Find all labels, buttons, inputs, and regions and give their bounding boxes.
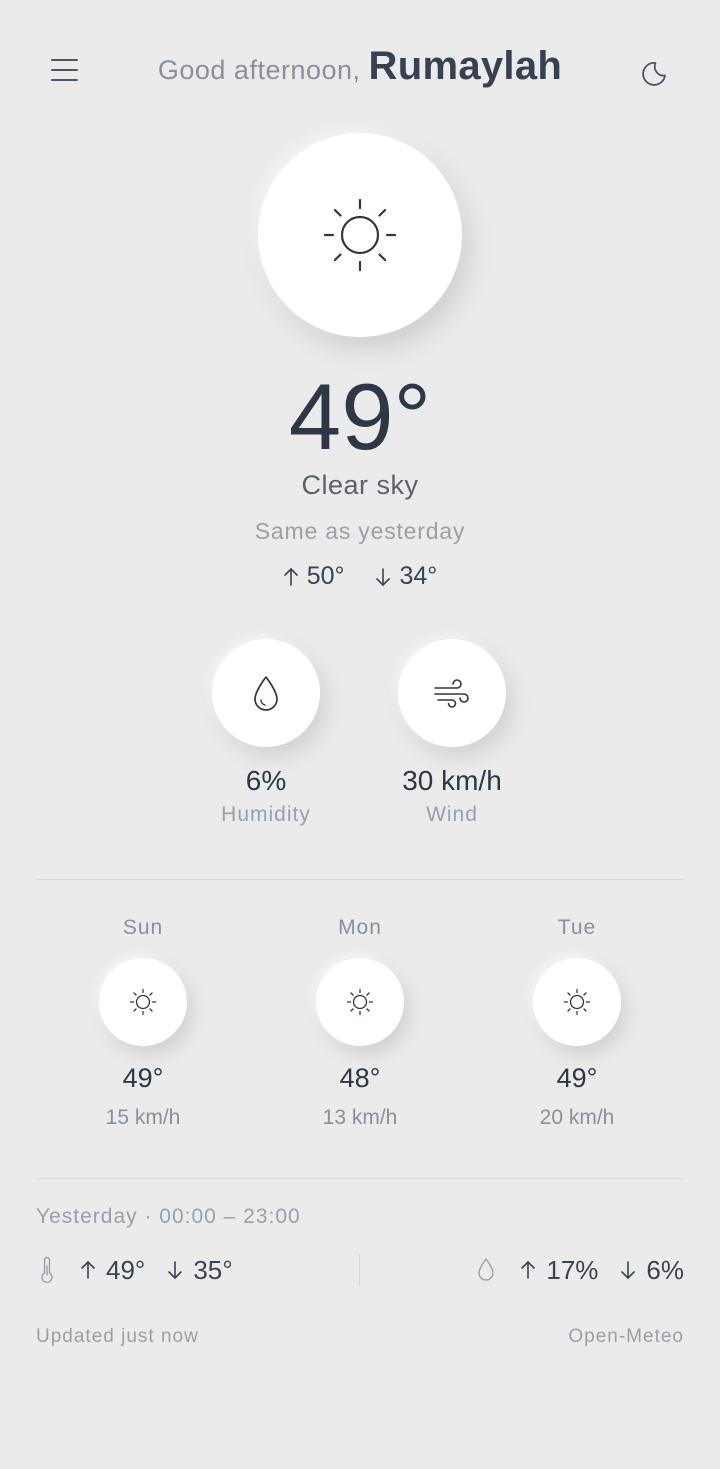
forecast-wind: 15 km/h <box>105 1106 181 1129</box>
sun-icon <box>323 198 397 272</box>
humidity-value: 6% <box>245 765 287 796</box>
data-source-link[interactable]: Open-Meteo <box>568 1326 684 1348</box>
thermometer-icon <box>41 1256 53 1283</box>
header: Good afternoon, Rumaylah <box>0 40 720 100</box>
humidity-label: Humidity <box>221 803 311 826</box>
forecast-wind: 20 km/h <box>539 1106 615 1129</box>
user-name: Rumaylah <box>368 44 563 88</box>
yesterday-humidity-low: 6% <box>646 1254 684 1285</box>
wind-icon <box>434 679 469 708</box>
wind-stat: 30 km/h Wind <box>352 639 552 827</box>
yesterday-humidity-high: 17% <box>546 1254 599 1285</box>
divider <box>36 1178 684 1179</box>
arrow-up-icon <box>283 567 298 586</box>
forecast-day[interactable]: Sun 49° 15 km/h <box>53 916 233 1130</box>
wind-badge <box>398 639 506 747</box>
droplet-icon <box>478 1258 495 1281</box>
forecast-day[interactable]: Mon 48° 13 km/h <box>270 916 450 1130</box>
sun-icon <box>346 988 374 1016</box>
current-weather-icon-badge <box>258 133 462 337</box>
arrow-down-icon <box>168 1261 183 1280</box>
arrow-up-icon <box>81 1260 95 1279</box>
moon-icon[interactable] <box>638 50 678 90</box>
separator <box>359 1254 360 1286</box>
sun-icon <box>129 988 157 1016</box>
arrow-down-icon <box>621 1261 636 1280</box>
high-low: 50° 34° <box>0 562 720 594</box>
weather-condition: Clear sky <box>301 470 419 500</box>
arrow-up-icon <box>521 1260 536 1279</box>
humidity-stat: 6% Humidity <box>166 639 366 827</box>
droplet-icon <box>254 676 278 711</box>
forecast-day-name: Mon <box>338 916 382 939</box>
forecast-icon-badge <box>99 958 187 1046</box>
greeting: Good afternoon, Rumaylah <box>0 44 720 89</box>
sun-icon <box>563 988 591 1016</box>
yesterday-humidity: 17% 6% <box>476 1252 684 1288</box>
yesterday-temp-low: 35° <box>193 1254 233 1285</box>
comparison-text: Same as yesterday <box>254 518 466 544</box>
forecast-icon-badge <box>316 958 404 1046</box>
arrow-down-icon <box>376 567 391 586</box>
humidity-badge <box>212 639 320 747</box>
greeting-text: Good afternoon, <box>157 55 369 85</box>
current-temperature: 49° <box>288 364 432 469</box>
low-temp: 34° <box>399 562 438 590</box>
forecast-icon-badge <box>533 958 621 1046</box>
yesterday-temperature: 49° 35° <box>36 1252 233 1288</box>
updated-status: Updated just now <box>36 1326 199 1347</box>
forecast-day-name: Tue <box>557 916 597 939</box>
yesterday-temp-high: 49° <box>106 1254 146 1285</box>
yesterday-title: Yesterday · 00:00 – 23:00 <box>36 1205 301 1228</box>
forecast-day[interactable]: Tue 49° 20 km/h <box>487 916 667 1130</box>
wind-value: 30 km/h <box>402 765 502 796</box>
forecast-wind: 13 km/h <box>322 1106 398 1129</box>
divider <box>36 879 684 880</box>
forecast-temp: 48° <box>339 1063 381 1093</box>
forecast-temp: 49° <box>556 1063 598 1093</box>
yesterday-summary: 49° 35° 17% 6% <box>36 1252 684 1288</box>
forecast-temp: 49° <box>122 1063 164 1093</box>
wind-label: Wind <box>426 803 478 826</box>
high-temp: 50° <box>306 562 345 590</box>
forecast-day-name: Sun <box>122 916 164 939</box>
